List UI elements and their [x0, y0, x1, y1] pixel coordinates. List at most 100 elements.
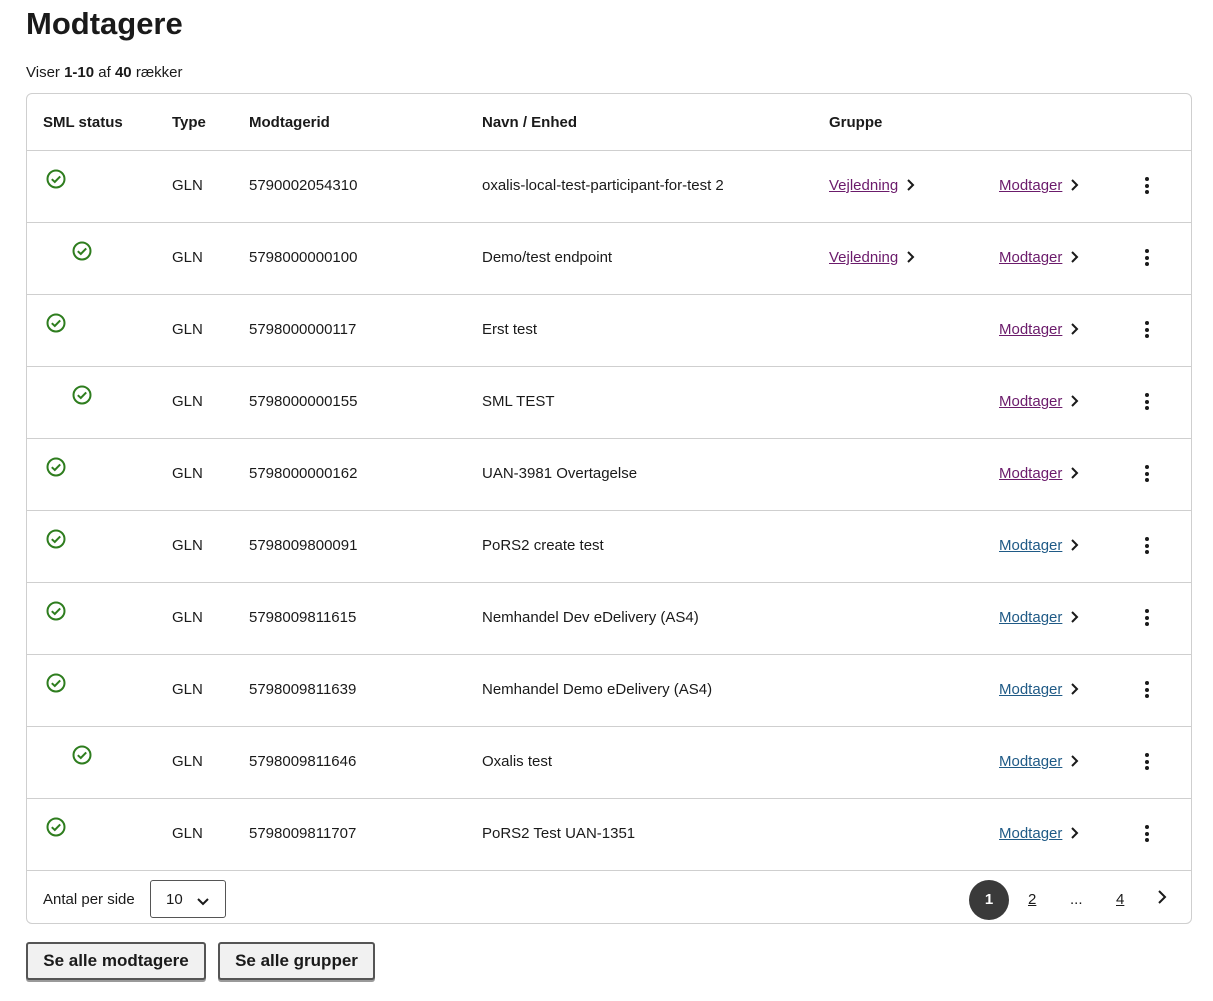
summary-range: 1-10	[64, 64, 95, 81]
receiver-link[interactable]: Modtager	[999, 393, 1079, 412]
receiver-link[interactable]: Modtager	[999, 321, 1079, 340]
receiver-link-label: Modtager	[999, 393, 1063, 410]
more-options-icon[interactable]	[1139, 249, 1155, 269]
row-name: UAN-3981 Overtagelse	[482, 465, 638, 482]
row-receiver-id: 5798000000162	[249, 465, 358, 482]
status-ok-icon	[45, 528, 67, 550]
table-row: GLN 5798000000155 SML TEST Modtager	[27, 367, 1191, 439]
row-name: Demo/test endpoint	[482, 249, 613, 266]
table-row: GLN 5790002054310 oxalis-local-test-partic…	[27, 151, 1191, 223]
more-options-icon[interactable]	[1139, 465, 1155, 485]
receiver-link[interactable]: Modtager	[999, 681, 1079, 700]
row-name: Nemhandel Dev eDelivery (AS4)	[482, 609, 699, 626]
status-ok-icon	[45, 456, 67, 478]
row-name: Nemhandel Demo eDelivery (AS4)	[482, 681, 713, 698]
receiver-link[interactable]: Modtager	[999, 537, 1079, 556]
header-type: Type	[172, 114, 206, 131]
row-type: GLN	[172, 249, 203, 266]
chevron-right-icon	[1070, 826, 1079, 844]
summary-total: 40	[114, 64, 132, 81]
receiver-link-label: Modtager	[999, 249, 1063, 266]
receiver-link-label: Modtager	[999, 753, 1063, 770]
row-receiver-id: 5798009811646	[249, 753, 357, 770]
chevron-right-icon	[1070, 466, 1079, 484]
more-options-icon[interactable]	[1139, 609, 1155, 629]
guide-link[interactable]: Vejledning	[829, 249, 915, 268]
page-2-link[interactable]: 2	[1028, 891, 1036, 908]
table-row: GLN 5798009811707 PoRS2 Test UAN-1351 Modta…	[27, 799, 1191, 871]
row-type: GLN	[172, 465, 203, 482]
per-page-select[interactable]: 10	[150, 880, 226, 918]
row-name: Erst test	[482, 321, 538, 338]
header-sml-status: SML status	[43, 114, 123, 131]
chevron-right-icon	[1070, 682, 1079, 700]
status-ok-icon	[71, 240, 93, 262]
receiver-link[interactable]: Modtager	[999, 825, 1079, 844]
page-ellipsis: ...	[1070, 891, 1083, 908]
more-options-icon[interactable]	[1139, 393, 1155, 413]
more-options-icon[interactable]	[1139, 681, 1155, 701]
page-last-link[interactable]: 4	[1116, 891, 1124, 908]
row-receiver-id: 5790002054310	[249, 177, 358, 194]
header-receiver-id: Modtagerid	[249, 114, 330, 131]
chevron-right-icon	[1070, 178, 1079, 196]
table-footer: Antal per side 10 1 2 ... 4	[27, 871, 1191, 923]
more-options-icon[interactable]	[1139, 321, 1155, 341]
row-type: GLN	[172, 681, 203, 698]
table-row: GLN 5798009811646 Oxalis test Modtager	[27, 727, 1191, 799]
receiver-link[interactable]: Modtager	[999, 249, 1079, 268]
header-group: Gruppe	[829, 114, 883, 131]
chevron-right-icon	[1070, 754, 1079, 772]
receiver-link[interactable]: Modtager	[999, 177, 1079, 196]
receiver-link-label: Modtager	[999, 321, 1063, 338]
guide-link[interactable]: Vejledning	[829, 177, 915, 196]
row-type: GLN	[172, 609, 203, 626]
results-summary: Viser 1-10 af 40 rækker	[26, 64, 183, 81]
row-receiver-id: 5798009811615	[249, 609, 357, 626]
chevron-down-icon	[197, 894, 209, 911]
summary-suffix: rækker	[135, 64, 183, 81]
row-type: GLN	[172, 177, 203, 194]
next-page-icon[interactable]	[1157, 889, 1167, 909]
status-ok-icon	[45, 816, 67, 838]
receiver-link[interactable]: Modtager	[999, 609, 1079, 628]
chevron-right-icon	[1070, 610, 1079, 628]
table-row: GLN 5798009800091 PoRS2 create test Modtage…	[27, 511, 1191, 583]
status-ok-icon	[45, 600, 67, 622]
receivers-table: SML status Type Modtagerid Navn / Enhed …	[26, 93, 1192, 924]
row-type: GLN	[172, 825, 203, 842]
table-row: GLN 5798009811615 Nemhandel Dev eDelivery …	[27, 583, 1191, 655]
row-receiver-id: 5798009811707	[249, 825, 357, 842]
summary-of: af	[98, 64, 111, 81]
row-receiver-id: 5798000000117	[249, 321, 357, 338]
chevron-right-icon	[906, 178, 915, 196]
receiver-link[interactable]: Modtager	[999, 465, 1079, 484]
receiver-link[interactable]: Modtager	[999, 753, 1079, 772]
more-options-icon[interactable]	[1139, 537, 1155, 557]
receiver-link-label: Modtager	[999, 681, 1063, 698]
receiver-link-label: Modtager	[999, 609, 1063, 626]
per-page-value: 10	[166, 891, 183, 908]
per-page-label: Antal per side	[43, 891, 135, 908]
row-name: PoRS2 create test	[482, 537, 604, 554]
guide-link-label: Vejledning	[829, 249, 899, 266]
see-all-groups-button[interactable]: Se alle grupper	[218, 942, 375, 980]
more-options-icon[interactable]	[1139, 753, 1155, 773]
row-name: SML TEST	[482, 393, 555, 410]
header-name: Navn / Enhed	[482, 114, 578, 131]
more-options-icon[interactable]	[1139, 177, 1155, 197]
receiver-link-label: Modtager	[999, 825, 1063, 842]
row-type: GLN	[172, 753, 203, 770]
row-receiver-id: 5798000000155	[249, 393, 358, 410]
page-current[interactable]: 1	[969, 880, 1009, 920]
receiver-link-label: Modtager	[999, 465, 1063, 482]
row-name: Oxalis test	[482, 753, 553, 770]
page-title: Modtagere	[26, 6, 183, 41]
chevron-right-icon	[1070, 322, 1079, 340]
see-all-receivers-button[interactable]: Se alle modtagere	[26, 942, 206, 980]
more-options-icon[interactable]	[1139, 825, 1155, 845]
row-receiver-id: 5798000000100	[249, 249, 358, 266]
status-ok-icon	[71, 384, 93, 406]
table-body: GLN 5790002054310 oxalis-local-test-partic…	[27, 151, 1191, 871]
chevron-right-icon	[1070, 250, 1079, 268]
